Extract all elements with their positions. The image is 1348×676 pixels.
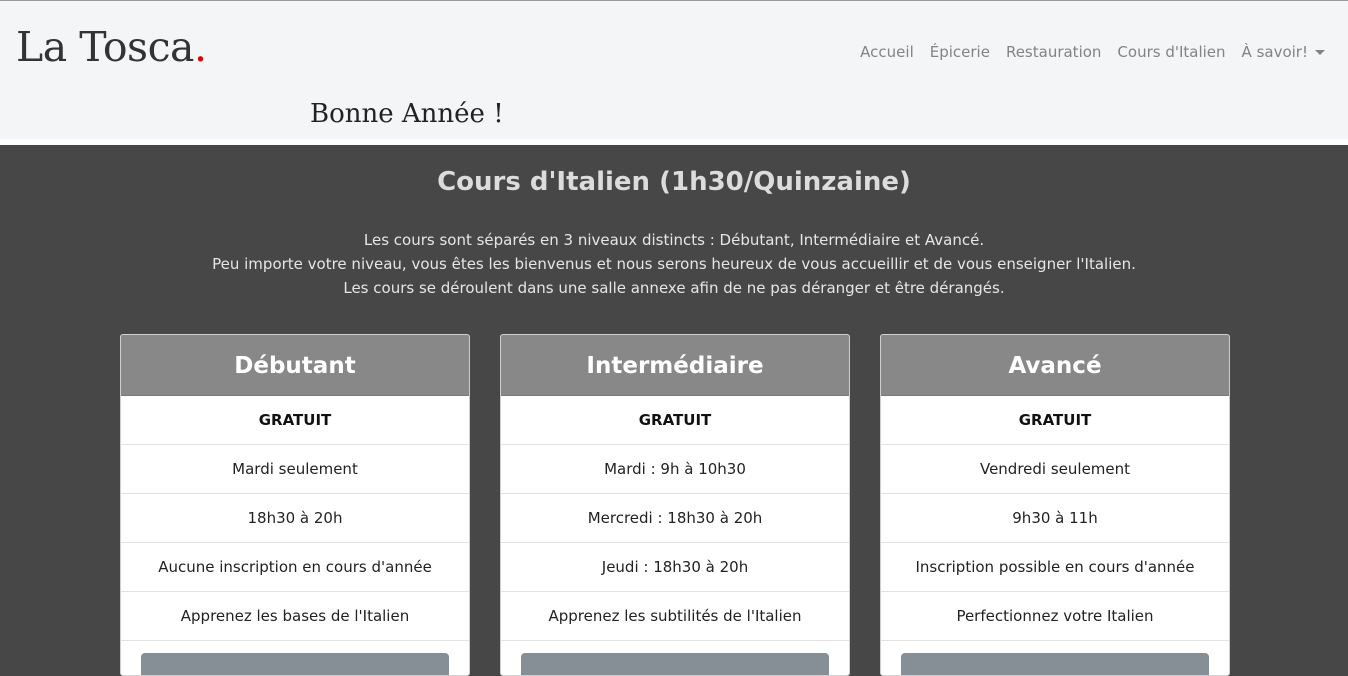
nav-item-cours-italien[interactable]: Cours d'Italien [1117, 43, 1225, 61]
card-title: Débutant [121, 335, 469, 396]
card-detail: Vendredi seulement [881, 445, 1229, 494]
card-detail: Mardi : 9h à 10h30 [501, 445, 849, 494]
card-detail: Perfectionnez votre Italien [881, 592, 1229, 641]
card-price: GRATUIT [881, 396, 1229, 445]
card-detail: Mardi seulement [121, 445, 469, 494]
intro-line: Peu importe votre niveau, vous êtes les … [212, 255, 1136, 273]
card-detail: 18h30 à 20h [121, 494, 469, 543]
card-detail: Apprenez les subtilités de l'Italien [501, 592, 849, 641]
nav-dropdown-a-savoir[interactable]: À savoir! [1242, 43, 1325, 61]
nav-item-epicerie[interactable]: Épicerie [930, 43, 990, 61]
nav-item-restauration[interactable]: Restauration [1006, 43, 1101, 61]
card-details: GRATUIT Vendredi seulement 9h30 à 11h In… [881, 396, 1229, 641]
chevron-down-icon [1315, 50, 1325, 55]
card-details: GRATUIT Mardi : 9h à 10h30 Mercredi : 18… [501, 396, 849, 641]
card-detail: Jeudi : 18h30 à 20h [501, 543, 849, 592]
card-action-button[interactable] [521, 653, 829, 675]
card-title: Avancé [881, 335, 1229, 396]
brand-name: La Tosca [16, 23, 195, 71]
card-price: GRATUIT [501, 396, 849, 445]
nav-menu: Accueil Épicerie Restauration Cours d'It… [860, 43, 1325, 61]
section-intro: Les cours sont séparés en 3 niveaux dist… [0, 228, 1348, 300]
card-action-button[interactable] [141, 653, 449, 675]
card-detail: Aucune inscription en cours d'année [121, 543, 469, 592]
card-avance: Avancé GRATUIT Vendredi seulement 9h30 à… [880, 334, 1230, 676]
intro-line: Les cours sont séparés en 3 niveaux dist… [363, 231, 985, 249]
brand-logo[interactable]: La Tosca. [16, 23, 207, 71]
card-detail: Apprenez les bases de l'Italien [121, 592, 469, 641]
announcement: Bonne Année ! [310, 99, 504, 129]
card-intermediaire: Intermédiaire GRATUIT Mardi : 9h à 10h30… [500, 334, 850, 676]
card-title: Intermédiaire [501, 335, 849, 396]
brand-dot: . [194, 23, 207, 71]
card-detail: 9h30 à 11h [881, 494, 1229, 543]
card-price: GRATUIT [121, 396, 469, 445]
card-detail: Inscription possible en cours d'année [881, 543, 1229, 592]
courses-section: Cours d'Italien (1h30/Quinzaine) Les cou… [0, 145, 1348, 676]
section-title: Cours d'Italien (1h30/Quinzaine) [437, 167, 911, 197]
card-action-button[interactable] [901, 653, 1209, 675]
navbar: La Tosca. Accueil Épicerie Restauration … [0, 1, 1348, 139]
card-details: GRATUIT Mardi seulement 18h30 à 20h Aucu… [121, 396, 469, 641]
card-debutant: Débutant GRATUIT Mardi seulement 18h30 à… [120, 334, 470, 676]
nav-item-accueil[interactable]: Accueil [860, 43, 914, 61]
nav-dropdown-label: À savoir! [1241, 43, 1308, 61]
intro-line: Les cours se déroulent dans une salle an… [343, 279, 1005, 297]
card-detail: Mercredi : 18h30 à 20h [501, 494, 849, 543]
